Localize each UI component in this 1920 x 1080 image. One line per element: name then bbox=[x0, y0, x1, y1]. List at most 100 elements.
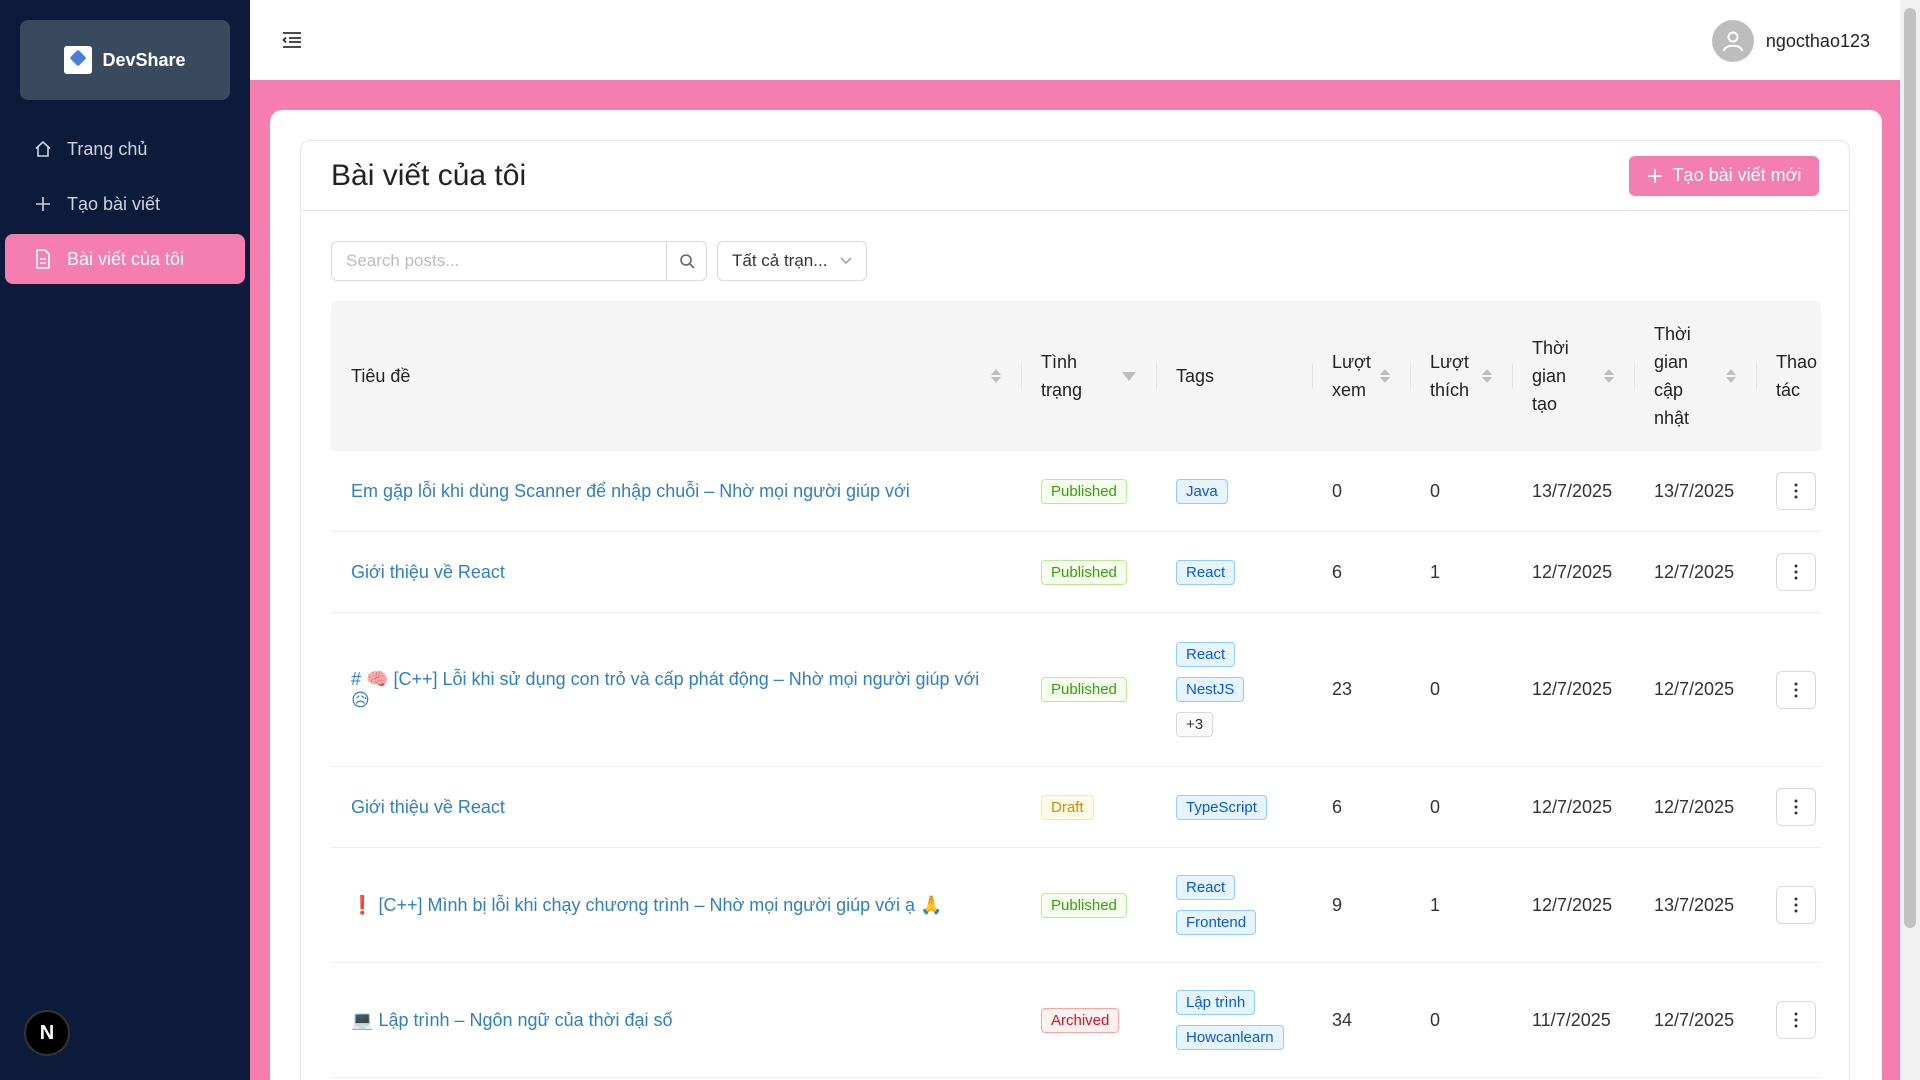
col-likes[interactable]: Lượt thích bbox=[1410, 301, 1512, 451]
tag-chip: Frontend bbox=[1176, 910, 1257, 935]
sidebar-item-label: Tạo bài viết bbox=[67, 193, 161, 214]
actions-cell bbox=[1756, 788, 1821, 826]
sidebar-item-create-post[interactable]: Tạo bài viết bbox=[5, 179, 245, 229]
sort-icon[interactable] bbox=[1482, 369, 1492, 383]
col-updated-label: Thời gian cập nhật bbox=[1654, 324, 1691, 428]
post-title-link[interactable]: Giới thiệu về React bbox=[351, 797, 505, 817]
col-title[interactable]: Tiêu đề bbox=[331, 301, 1021, 451]
status-filter-select[interactable]: Tất cả trạn... bbox=[717, 241, 867, 281]
search-box bbox=[331, 241, 707, 281]
actions-cell bbox=[1756, 670, 1821, 709]
status-badge: Archived bbox=[1041, 1007, 1120, 1033]
created-cell: 12/7/2025 bbox=[1532, 894, 1613, 915]
status-cell: Published bbox=[1021, 559, 1156, 585]
plus-icon bbox=[1647, 168, 1662, 183]
views-cell: 6 bbox=[1332, 561, 1343, 582]
more-actions-button[interactable] bbox=[1776, 788, 1816, 826]
post-title-link[interactable]: [C++] Lỗi khi sử dụng con trỏ và cấp phá… bbox=[351, 669, 979, 710]
status-cell: Draft bbox=[1021, 794, 1156, 820]
status-badge: Draft bbox=[1041, 794, 1094, 820]
col-views[interactable]: Lượt xem bbox=[1312, 301, 1410, 451]
more-tags-chip[interactable]: +3 bbox=[1176, 712, 1214, 737]
sort-icon[interactable] bbox=[1726, 369, 1736, 383]
post-title-cell: # 🧠 [C++] Lỗi khi sử dụng con trỏ và cấp… bbox=[331, 669, 1021, 711]
updated-cell: 12/7/2025 bbox=[1654, 1009, 1735, 1030]
kebab-icon bbox=[1794, 897, 1798, 913]
post-title-cell: 💻 Lập trình – Ngôn ngữ của thời đại số bbox=[331, 1010, 1021, 1031]
brand-logo[interactable]: DevShare bbox=[20, 20, 230, 100]
post-title-prefix: ❗ bbox=[351, 894, 374, 915]
search-input[interactable] bbox=[332, 242, 666, 280]
brand-name: DevShare bbox=[102, 49, 186, 70]
actions-cell bbox=[1756, 472, 1821, 510]
col-created[interactable]: Thời gian tạo bbox=[1512, 301, 1634, 451]
scrollbar-thumb[interactable] bbox=[1904, 8, 1916, 928]
col-likes-label: Lượt thích bbox=[1430, 352, 1470, 400]
col-created-label: Thời gian tạo bbox=[1532, 338, 1569, 414]
home-icon bbox=[33, 139, 53, 159]
likes-cell: 0 bbox=[1430, 480, 1441, 501]
avatar bbox=[1711, 20, 1754, 62]
logo-icon bbox=[64, 46, 93, 74]
page-title: Bài viết của tôi bbox=[331, 158, 527, 192]
user-menu[interactable]: ngocthao123 bbox=[1711, 20, 1870, 62]
likes-cell: 1 bbox=[1430, 561, 1441, 582]
col-tags: Tags bbox=[1156, 301, 1312, 451]
more-actions-button[interactable] bbox=[1776, 553, 1816, 591]
tag-chip: Java bbox=[1176, 478, 1228, 504]
col-actions: Thao tác bbox=[1756, 301, 1821, 451]
table-row: Em gặp lỗi khi dùng Scanner để nhập chuỗ… bbox=[331, 451, 1821, 532]
tags-cell: Lập trình Howcanlearn bbox=[1156, 985, 1312, 1055]
sidebar: DevShare Trang chủ Tạo bài viết Bài viết… bbox=[0, 0, 250, 1080]
updated-cell: 13/7/2025 bbox=[1654, 894, 1735, 915]
sort-icon[interactable] bbox=[991, 369, 1001, 383]
updated-cell: 12/7/2025 bbox=[1654, 561, 1735, 582]
likes-cell: 0 bbox=[1430, 679, 1441, 699]
posts-table: Tiêu đề Tình trạng Tags Lượt xem Lượt th… bbox=[331, 301, 1821, 1078]
updated-cell: 13/7/2025 bbox=[1654, 480, 1735, 501]
sidebar-item-label: Bài viết của tôi bbox=[67, 248, 185, 269]
n-badge[interactable]: N bbox=[24, 1010, 70, 1056]
filter-icon[interactable] bbox=[1122, 371, 1136, 381]
table-row: # 🧠 [C++] Lỗi khi sử dụng con trỏ và cấp… bbox=[331, 613, 1821, 767]
filters-bar: Tất cả trạn... bbox=[331, 241, 867, 281]
scrollbar[interactable] bbox=[1900, 0, 1920, 1080]
status-badge: Published bbox=[1041, 559, 1127, 585]
post-title-link[interactable]: [C++] Mình bị lỗi khi chạy chương trình … bbox=[378, 895, 942, 915]
more-actions-button[interactable] bbox=[1776, 886, 1816, 924]
menu-fold-icon[interactable] bbox=[280, 28, 304, 52]
created-cell: 13/7/2025 bbox=[1532, 480, 1613, 501]
created-cell: 11/7/2025 bbox=[1532, 1009, 1611, 1030]
col-status-label: Tình trạng bbox=[1041, 352, 1083, 400]
tags-cell: TypeScript bbox=[1156, 790, 1312, 825]
post-title-link[interactable]: Giới thiệu về React bbox=[351, 562, 505, 582]
create-post-label: Tạo bài viết mới bbox=[1672, 165, 1802, 185]
post-title-cell: Em gặp lỗi khi dùng Scanner để nhập chuỗ… bbox=[331, 481, 1021, 502]
sort-icon[interactable] bbox=[1604, 369, 1614, 383]
tag-chip: React bbox=[1176, 875, 1236, 900]
post-title-link[interactable]: Em gặp lỗi khi dùng Scanner để nhập chuỗ… bbox=[351, 481, 910, 501]
more-actions-button[interactable] bbox=[1776, 670, 1816, 709]
table-row: 💻 Lập trình – Ngôn ngữ của thời đại số A… bbox=[331, 963, 1821, 1078]
col-status[interactable]: Tình trạng bbox=[1021, 301, 1156, 451]
col-actions-label: Thao tác bbox=[1776, 352, 1818, 400]
col-updated[interactable]: Thời gian cập nhật bbox=[1634, 301, 1756, 451]
status-cell: Published bbox=[1021, 677, 1156, 702]
sidebar-item-home[interactable]: Trang chủ bbox=[5, 124, 245, 174]
tag-chip: React bbox=[1176, 559, 1236, 585]
kebab-icon bbox=[1794, 1012, 1798, 1028]
create-post-button[interactable]: Tạo bài viết mới bbox=[1629, 155, 1819, 196]
post-title-link[interactable]: Lập trình – Ngôn ngữ của thời đại số bbox=[378, 1010, 672, 1030]
kebab-icon bbox=[1794, 483, 1798, 499]
more-actions-button[interactable] bbox=[1776, 1001, 1816, 1039]
col-views-label: Lượt xem bbox=[1332, 352, 1371, 400]
sort-icon[interactable] bbox=[1380, 369, 1390, 383]
views-cell: 0 bbox=[1332, 480, 1343, 501]
kebab-icon bbox=[1794, 799, 1798, 815]
kebab-icon bbox=[1794, 682, 1798, 697]
actions-cell bbox=[1756, 553, 1821, 591]
col-tags-label: Tags bbox=[1176, 366, 1215, 386]
sidebar-item-my-posts[interactable]: Bài viết của tôi bbox=[5, 234, 245, 284]
search-icon[interactable] bbox=[666, 242, 706, 280]
more-actions-button[interactable] bbox=[1776, 472, 1816, 510]
